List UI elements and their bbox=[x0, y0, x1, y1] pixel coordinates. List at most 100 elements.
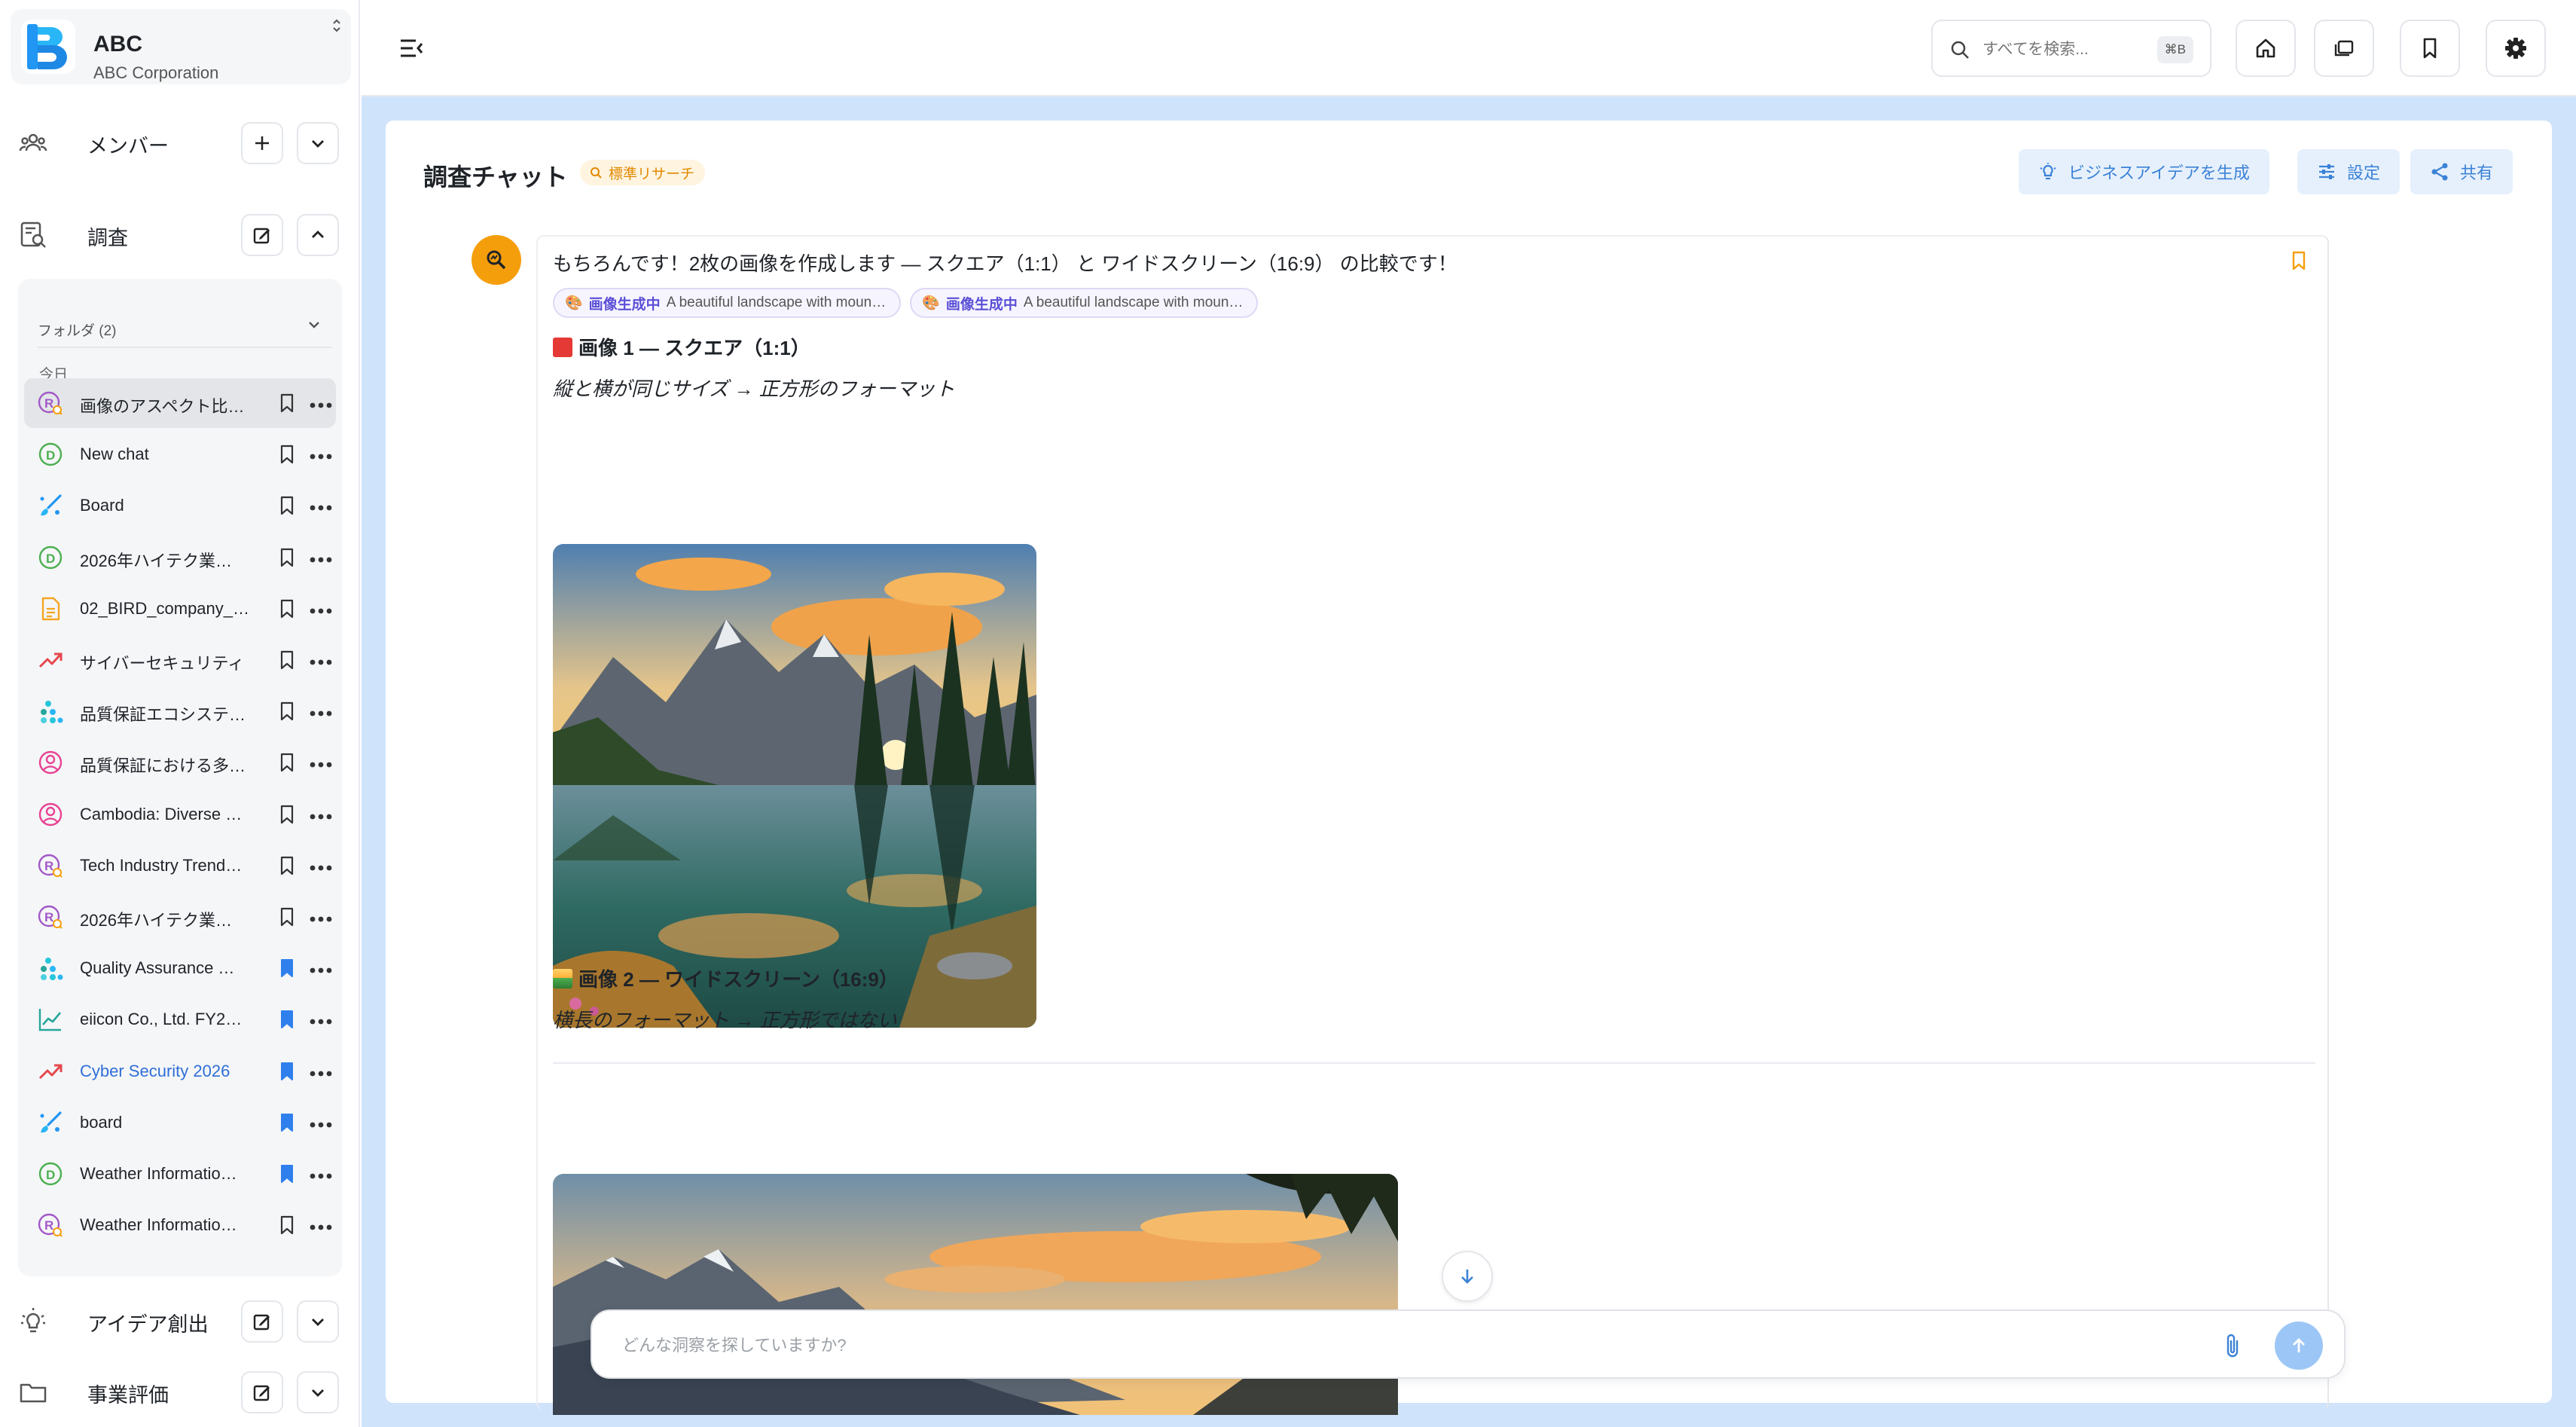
more-options-icon[interactable] bbox=[309, 759, 333, 768]
paperclip-icon[interactable] bbox=[2222, 1331, 2243, 1361]
generate-idea-button[interactable]: ビジネスアイデアを生成 bbox=[2019, 149, 2269, 194]
bookmark-icon[interactable] bbox=[277, 443, 297, 466]
list-item-label: Board bbox=[80, 496, 124, 515]
research-list-item[interactable]: Board bbox=[24, 481, 336, 530]
mountain-lake-square-picture bbox=[553, 544, 1036, 1028]
more-options-icon[interactable] bbox=[309, 964, 333, 973]
bookmark-icon[interactable] bbox=[277, 1214, 297, 1236]
research-list-item[interactable]: Cyber Security 2026 bbox=[24, 1047, 336, 1096]
research-list-item[interactable]: Cambodia: Diverse … bbox=[24, 790, 336, 839]
more-options-icon[interactable] bbox=[309, 1016, 333, 1025]
bookmark-icon[interactable] bbox=[277, 906, 297, 928]
top-bar: ⌘B bbox=[362, 0, 2576, 96]
workspace-switcher[interactable]: ABC ABC Corporation bbox=[11, 9, 351, 84]
more-options-icon[interactable] bbox=[309, 1221, 333, 1230]
research-list-item[interactable]: 品質保証における多… bbox=[24, 738, 336, 787]
assistant-avatar bbox=[472, 235, 521, 285]
evaluation-expand-button[interactable] bbox=[297, 1371, 339, 1413]
bookmarks-button[interactable] bbox=[2400, 20, 2460, 77]
trend-up-icon bbox=[38, 1059, 63, 1084]
bookmark-filled-icon[interactable] bbox=[277, 957, 297, 979]
scatter-icon bbox=[38, 698, 63, 724]
more-options-icon[interactable] bbox=[309, 1170, 333, 1179]
research-list-item[interactable]: 品質保証エコシステ… bbox=[24, 686, 336, 736]
add-member-button[interactable] bbox=[241, 122, 283, 164]
bookmark-filled-icon[interactable] bbox=[277, 1111, 297, 1134]
more-options-icon[interactable] bbox=[309, 605, 333, 614]
sliders-icon bbox=[2319, 164, 2334, 179]
collapse-sidebar-icon[interactable] bbox=[396, 33, 426, 63]
square-landscape-image[interactable] bbox=[553, 544, 1036, 1028]
edit-icon bbox=[253, 1314, 270, 1331]
new-idea-button[interactable] bbox=[241, 1300, 283, 1343]
more-options-icon[interactable] bbox=[309, 554, 333, 562]
global-search[interactable]: ⌘B bbox=[1931, 20, 2211, 77]
research-list-item[interactable]: board bbox=[24, 1098, 336, 1147]
bookmark-icon[interactable] bbox=[277, 597, 297, 620]
ideas-expand-button[interactable] bbox=[297, 1300, 339, 1343]
bookmark-filled-icon[interactable] bbox=[277, 1008, 297, 1031]
members-label: メンバー bbox=[87, 135, 169, 157]
more-options-icon[interactable] bbox=[309, 399, 333, 408]
bookmark-icon[interactable] bbox=[277, 803, 297, 826]
image-generation-chip[interactable]: 🎨 画像生成中 A beautiful landscape with moun… bbox=[553, 288, 902, 318]
members-section[interactable]: メンバー bbox=[0, 108, 360, 176]
more-options-icon[interactable] bbox=[309, 1068, 333, 1076]
more-options-icon[interactable] bbox=[309, 656, 333, 665]
research-list-item[interactable]: D New chat bbox=[24, 429, 336, 479]
research-list-item[interactable]: R 2026年ハイテク業… bbox=[24, 892, 336, 942]
research-list-item[interactable]: R 画像のアスペクト比… bbox=[24, 378, 336, 428]
research-r-icon: R bbox=[38, 853, 63, 879]
more-options-icon[interactable] bbox=[309, 502, 333, 511]
bookmark-icon[interactable] bbox=[277, 751, 297, 774]
image1-heading: 画像 1 — スクエア（1:1） bbox=[553, 333, 810, 361]
bookmark-icon[interactable] bbox=[277, 392, 297, 414]
search-input[interactable] bbox=[1982, 35, 2148, 65]
research-list-item[interactable]: サイバーセキュリティ bbox=[24, 635, 336, 685]
research-list-item[interactable]: D 2026年ハイテク業… bbox=[24, 533, 336, 582]
settings-button[interactable] bbox=[2486, 20, 2546, 77]
chat-settings-button[interactable]: 設定 bbox=[2297, 149, 2401, 194]
scroll-to-bottom-button[interactable] bbox=[1442, 1251, 1493, 1302]
message-input[interactable] bbox=[622, 1329, 2053, 1362]
bookmark-icon[interactable] bbox=[277, 854, 297, 877]
bookmark-icon[interactable] bbox=[277, 649, 297, 671]
send-button[interactable] bbox=[2275, 1322, 2323, 1370]
ideas-section[interactable]: アイデア創出 bbox=[0, 1287, 360, 1355]
more-options-icon[interactable] bbox=[309, 707, 333, 717]
bookmark-icon[interactable] bbox=[277, 494, 297, 517]
research-section[interactable]: 調査 bbox=[0, 200, 360, 268]
chevron-updown-icon[interactable] bbox=[331, 18, 342, 33]
more-options-icon[interactable] bbox=[309, 811, 333, 819]
list-item-label: Weather Informatio… bbox=[80, 1164, 237, 1183]
bookmark-icon[interactable] bbox=[277, 546, 297, 569]
folder-toggle[interactable]: フォルダ (2) bbox=[38, 303, 331, 348]
research-doc-icon bbox=[20, 222, 46, 248]
image-generation-chip[interactable]: 🎨 画像生成中 A beautiful landscape with moun… bbox=[910, 288, 1259, 318]
research-list-item[interactable]: eiicon Co., Ltd. FY2… bbox=[24, 995, 336, 1044]
more-options-icon[interactable] bbox=[309, 451, 333, 460]
evaluation-section[interactable]: 事業評価 bbox=[0, 1358, 360, 1425]
share-button[interactable]: 共有 bbox=[2410, 149, 2513, 194]
widescreen-landscape-image[interactable] bbox=[553, 1174, 1398, 1415]
bookmark-icon[interactable] bbox=[277, 700, 297, 723]
bookmark-filled-icon[interactable] bbox=[277, 1163, 297, 1185]
research-list-item[interactable]: D Weather Informatio… bbox=[24, 1149, 336, 1199]
bookmark-icon[interactable] bbox=[2290, 250, 2308, 271]
bookmark-filled-icon[interactable] bbox=[277, 1060, 297, 1083]
research-magnifier-icon bbox=[487, 250, 506, 270]
more-options-icon[interactable] bbox=[309, 1119, 333, 1128]
mode-tag[interactable]: 標準リサーチ bbox=[580, 160, 706, 185]
new-evaluation-button[interactable] bbox=[241, 1371, 283, 1413]
home-button[interactable] bbox=[2236, 20, 2296, 77]
members-expand-button[interactable] bbox=[297, 122, 339, 164]
more-options-icon[interactable] bbox=[309, 862, 333, 871]
research-list-item[interactable]: Quality Assurance … bbox=[24, 943, 336, 993]
library-button[interactable] bbox=[2314, 20, 2374, 77]
research-list-item[interactable]: R Tech Industry Trend… bbox=[24, 841, 336, 891]
new-research-button[interactable] bbox=[241, 214, 283, 256]
research-list-item[interactable]: 02_BIRD_company_… bbox=[24, 584, 336, 634]
research-list-item[interactable]: R Weather Informatio… bbox=[24, 1200, 336, 1250]
more-options-icon[interactable] bbox=[309, 913, 333, 922]
research-collapse-button[interactable] bbox=[297, 214, 339, 256]
